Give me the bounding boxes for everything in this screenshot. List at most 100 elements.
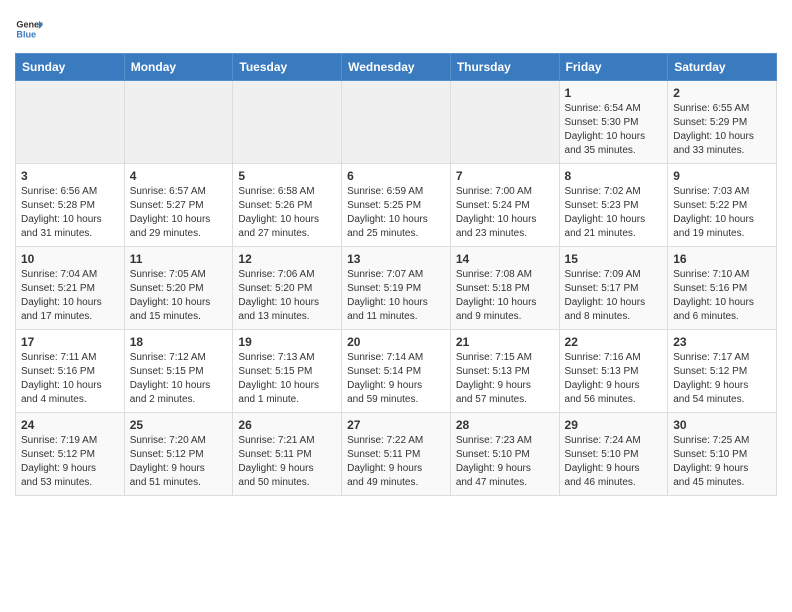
calendar-cell: 22 Sunrise: 7:16 AM Sunset: 5:13 PM Dayli… xyxy=(559,330,668,413)
day-info: Sunrise: 7:14 AM Sunset: 5:14 PM Dayligh… xyxy=(347,351,445,407)
day-info: Sunrise: 6:54 AM Sunset: 5:30 PM Dayligh… xyxy=(565,102,663,158)
day-info: Sunrise: 7:11 AM Sunset: 5:16 PM Dayligh… xyxy=(21,351,119,407)
day-info: Sunrise: 7:04 AM Sunset: 5:21 PM Dayligh… xyxy=(21,268,119,324)
calendar-cell: 21 Sunrise: 7:15 AM Sunset: 5:13 PM Dayli… xyxy=(450,330,559,413)
day-number: 17 xyxy=(21,335,119,349)
day-number: 3 xyxy=(21,169,119,183)
calendar-cell: 27Sunrise: 7:22 AM Sunset: 5:11 PM Dayli… xyxy=(342,413,451,496)
calendar-cell: 29 Sunrise: 7:24 AM Sunset: 5:10 PM Dayli… xyxy=(559,413,668,496)
calendar-cell: 24 Sunrise: 7:19 AM Sunset: 5:12 PM Dayli… xyxy=(16,413,125,496)
day-number: 29 xyxy=(565,418,663,432)
day-number: 15 xyxy=(565,252,663,266)
day-info: Sunrise: 7:19 AM Sunset: 5:12 PM Dayligh… xyxy=(21,434,119,490)
day-info: Sunrise: 7:05 AM Sunset: 5:20 PM Dayligh… xyxy=(130,268,228,324)
day-number: 18 xyxy=(130,335,228,349)
day-info: Sunrise: 7:16 AM Sunset: 5:13 PM Dayligh… xyxy=(565,351,663,407)
calendar-cell xyxy=(342,81,451,164)
day-info: Sunrise: 7:13 AM Sunset: 5:15 PM Dayligh… xyxy=(238,351,336,407)
day-info: Sunrise: 6:58 AM Sunset: 5:26 PM Dayligh… xyxy=(238,185,336,241)
calendar-cell: 15 Sunrise: 7:09 AM Sunset: 5:17 PM Dayli… xyxy=(559,247,668,330)
calendar-cell: 25Sunrise: 7:20 AM Sunset: 5:12 PM Dayli… xyxy=(124,413,233,496)
day-number: 1 xyxy=(565,86,663,100)
calendar-cell: 19 Sunrise: 7:13 AM Sunset: 5:15 PM Dayli… xyxy=(233,330,342,413)
calendar-week-row: 24 Sunrise: 7:19 AM Sunset: 5:12 PM Dayli… xyxy=(16,413,777,496)
calendar-week-row: 3Sunrise: 6:56 AM Sunset: 5:28 PM Daylig… xyxy=(16,164,777,247)
day-number: 4 xyxy=(130,169,228,183)
day-number: 22 xyxy=(565,335,663,349)
day-info: Sunrise: 7:10 AM Sunset: 5:16 PM Dayligh… xyxy=(673,268,771,324)
day-info: Sunrise: 6:57 AM Sunset: 5:27 PM Dayligh… xyxy=(130,185,228,241)
calendar-cell: 7 Sunrise: 7:00 AM Sunset: 5:24 PM Daylig… xyxy=(450,164,559,247)
day-number: 5 xyxy=(238,169,336,183)
calendar-header: SundayMondayTuesdayWednesdayThursdayFrid… xyxy=(16,54,777,81)
calendar-cell: 13 Sunrise: 7:07 AM Sunset: 5:19 PM Dayli… xyxy=(342,247,451,330)
day-info: Sunrise: 7:00 AM Sunset: 5:24 PM Dayligh… xyxy=(456,185,554,241)
calendar-cell: 5 Sunrise: 6:58 AM Sunset: 5:26 PM Daylig… xyxy=(233,164,342,247)
day-info: Sunrise: 7:07 AM Sunset: 5:19 PM Dayligh… xyxy=(347,268,445,324)
day-number: 27 xyxy=(347,418,445,432)
day-number: 21 xyxy=(456,335,554,349)
weekday-header-tuesday: Tuesday xyxy=(233,54,342,81)
day-number: 13 xyxy=(347,252,445,266)
calendar-cell xyxy=(233,81,342,164)
calendar-cell: 8 Sunrise: 7:02 AM Sunset: 5:23 PM Daylig… xyxy=(559,164,668,247)
day-number: 11 xyxy=(130,252,228,266)
calendar-cell: 30 Sunrise: 7:25 AM Sunset: 5:10 PM Dayli… xyxy=(668,413,777,496)
day-info: Sunrise: 7:02 AM Sunset: 5:23 PM Dayligh… xyxy=(565,185,663,241)
weekday-header-friday: Friday xyxy=(559,54,668,81)
day-number: 23 xyxy=(673,335,771,349)
weekday-header-row: SundayMondayTuesdayWednesdayThursdayFrid… xyxy=(16,54,777,81)
calendar-cell: 6 Sunrise: 6:59 AM Sunset: 5:25 PM Daylig… xyxy=(342,164,451,247)
calendar-cell: 11 Sunrise: 7:05 AM Sunset: 5:20 PM Dayli… xyxy=(124,247,233,330)
calendar-cell: 12 Sunrise: 7:06 AM Sunset: 5:20 PM Dayli… xyxy=(233,247,342,330)
calendar-cell: 1 Sunrise: 6:54 AM Sunset: 5:30 PM Daylig… xyxy=(559,81,668,164)
calendar-cell xyxy=(124,81,233,164)
day-number: 16 xyxy=(673,252,771,266)
calendar-body: 1 Sunrise: 6:54 AM Sunset: 5:30 PM Daylig… xyxy=(16,81,777,496)
calendar-cell: 23 Sunrise: 7:17 AM Sunset: 5:12 PM Dayli… xyxy=(668,330,777,413)
calendar-week-row: 1 Sunrise: 6:54 AM Sunset: 5:30 PM Daylig… xyxy=(16,81,777,164)
day-info: Sunrise: 7:21 AM Sunset: 5:11 PM Dayligh… xyxy=(238,434,336,490)
weekday-header-wednesday: Wednesday xyxy=(342,54,451,81)
calendar-cell: 26 Sunrise: 7:21 AM Sunset: 5:11 PM Dayli… xyxy=(233,413,342,496)
calendar-cell: 2 Sunrise: 6:55 AM Sunset: 5:29 PM Daylig… xyxy=(668,81,777,164)
day-info: Sunrise: 7:24 AM Sunset: 5:10 PM Dayligh… xyxy=(565,434,663,490)
day-number: 28 xyxy=(456,418,554,432)
day-number: 26 xyxy=(238,418,336,432)
calendar-cell: 14 Sunrise: 7:08 AM Sunset: 5:18 PM Dayli… xyxy=(450,247,559,330)
day-info: Sunrise: 7:15 AM Sunset: 5:13 PM Dayligh… xyxy=(456,351,554,407)
calendar-week-row: 17 Sunrise: 7:11 AM Sunset: 5:16 PM Dayli… xyxy=(16,330,777,413)
logo: General Blue xyxy=(15,15,43,43)
calendar-cell: 18 Sunrise: 7:12 AM Sunset: 5:15 PM Dayli… xyxy=(124,330,233,413)
day-info: Sunrise: 7:08 AM Sunset: 5:18 PM Dayligh… xyxy=(456,268,554,324)
day-info: Sunrise: 6:59 AM Sunset: 5:25 PM Dayligh… xyxy=(347,185,445,241)
day-info: Sunrise: 6:55 AM Sunset: 5:29 PM Dayligh… xyxy=(673,102,771,158)
calendar-cell: 9Sunrise: 7:03 AM Sunset: 5:22 PM Daylig… xyxy=(668,164,777,247)
day-number: 30 xyxy=(673,418,771,432)
day-info: Sunrise: 7:03 AM Sunset: 5:22 PM Dayligh… xyxy=(673,185,771,241)
day-number: 19 xyxy=(238,335,336,349)
calendar-table: SundayMondayTuesdayWednesdayThursdayFrid… xyxy=(15,53,777,496)
day-info: Sunrise: 7:23 AM Sunset: 5:10 PM Dayligh… xyxy=(456,434,554,490)
calendar-cell xyxy=(16,81,125,164)
calendar-cell xyxy=(450,81,559,164)
calendar-cell: 3Sunrise: 6:56 AM Sunset: 5:28 PM Daylig… xyxy=(16,164,125,247)
day-info: Sunrise: 7:09 AM Sunset: 5:17 PM Dayligh… xyxy=(565,268,663,324)
day-number: 12 xyxy=(238,252,336,266)
day-number: 7 xyxy=(456,169,554,183)
calendar-cell: 17 Sunrise: 7:11 AM Sunset: 5:16 PM Dayli… xyxy=(16,330,125,413)
weekday-header-saturday: Saturday xyxy=(668,54,777,81)
day-info: Sunrise: 7:25 AM Sunset: 5:10 PM Dayligh… xyxy=(673,434,771,490)
day-info: Sunrise: 7:17 AM Sunset: 5:12 PM Dayligh… xyxy=(673,351,771,407)
day-number: 14 xyxy=(456,252,554,266)
day-info: Sunrise: 7:12 AM Sunset: 5:15 PM Dayligh… xyxy=(130,351,228,407)
calendar-cell: 28 Sunrise: 7:23 AM Sunset: 5:10 PM Dayli… xyxy=(450,413,559,496)
weekday-header-thursday: Thursday xyxy=(450,54,559,81)
day-number: 25 xyxy=(130,418,228,432)
day-number: 8 xyxy=(565,169,663,183)
day-number: 2 xyxy=(673,86,771,100)
day-info: Sunrise: 7:06 AM Sunset: 5:20 PM Dayligh… xyxy=(238,268,336,324)
day-number: 6 xyxy=(347,169,445,183)
day-number: 24 xyxy=(21,418,119,432)
page-header: General Blue xyxy=(15,15,777,43)
